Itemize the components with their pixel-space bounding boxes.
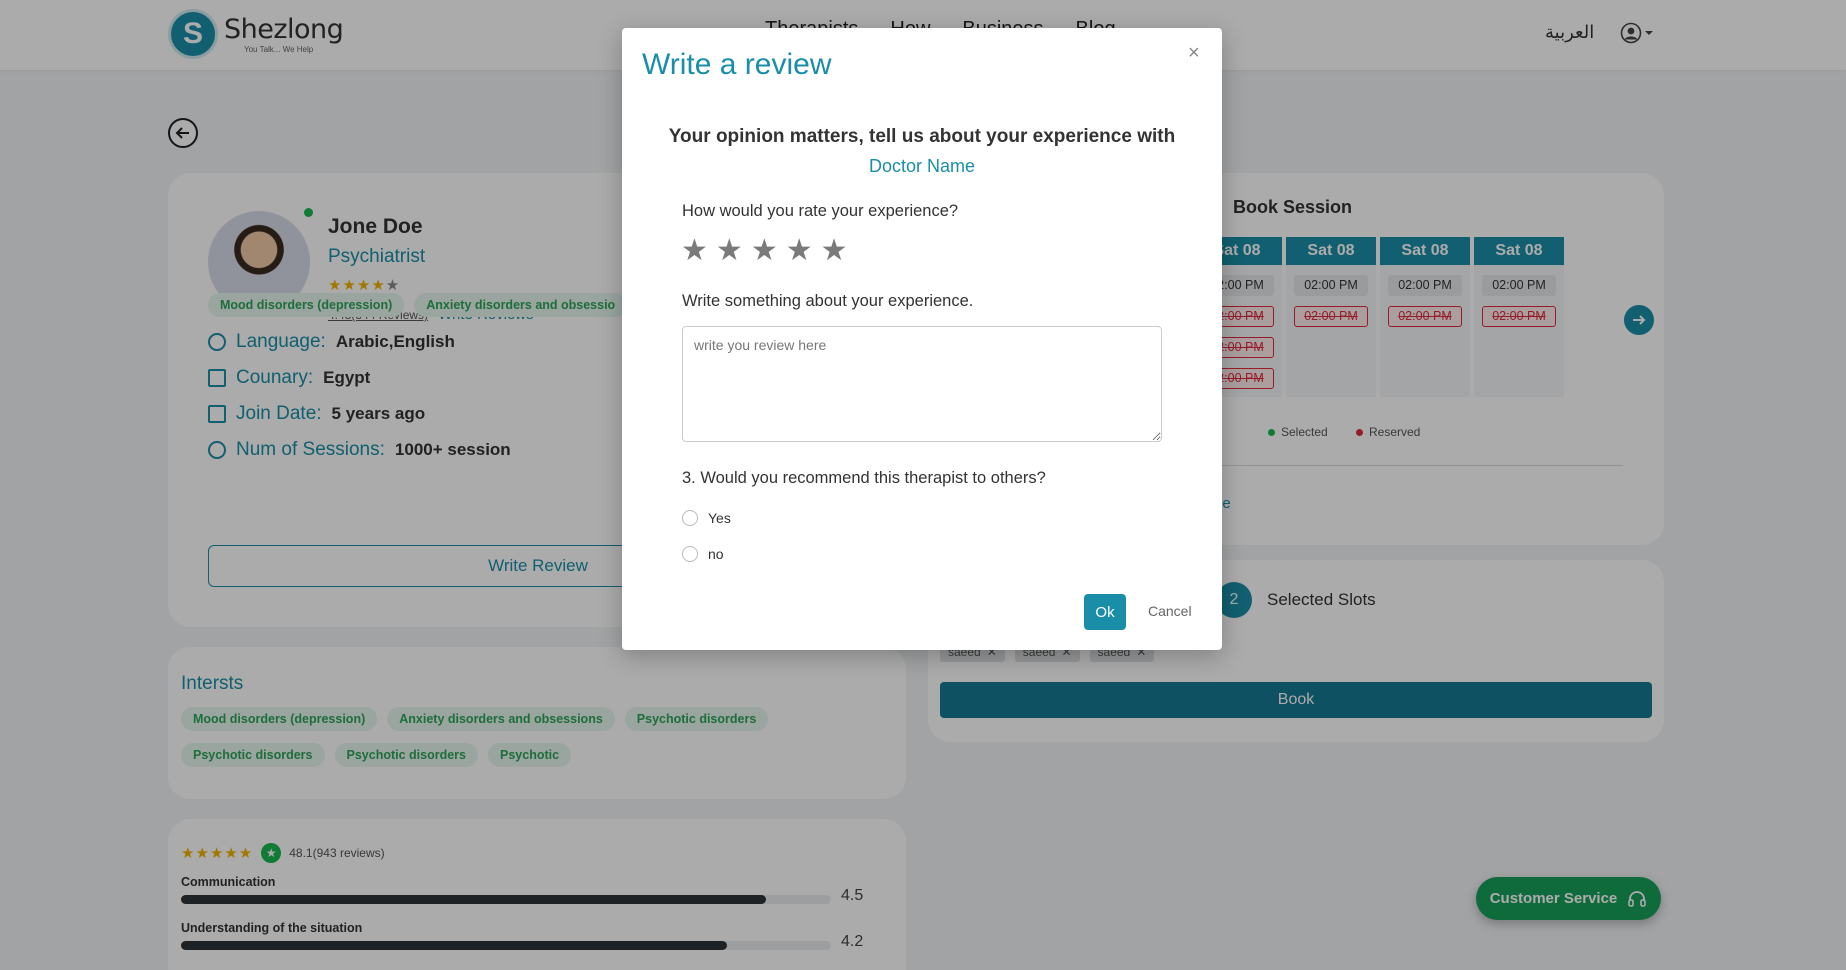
star-rating-input: ★ ★ ★ ★ ★ (681, 236, 848, 266)
cancel-button[interactable]: Cancel (1148, 603, 1192, 619)
radio-button[interactable] (682, 546, 698, 562)
recommend-question: 3. Would you recommend this therapist to… (682, 469, 1046, 487)
radio-label: Yes (708, 510, 731, 526)
radio-button[interactable] (682, 510, 698, 526)
close-icon[interactable]: × (1188, 42, 1200, 65)
radio-label: no (708, 546, 724, 562)
star-icon[interactable]: ★ (786, 236, 813, 266)
modal-title: Write a review (642, 48, 832, 81)
star-icon[interactable]: ★ (751, 236, 778, 266)
star-icon[interactable]: ★ (681, 236, 708, 266)
rate-question: How would you rate your experience? (682, 202, 959, 220)
radio-yes[interactable]: Yes (682, 510, 731, 526)
radio-no[interactable]: no (682, 546, 724, 562)
doctor-name: Doctor Name (868, 156, 976, 176)
star-icon[interactable]: ★ (821, 236, 848, 266)
review-textarea[interactable] (682, 326, 1162, 442)
write-question: Write something about your experience. (682, 292, 974, 310)
ok-button[interactable]: Ok (1084, 594, 1126, 630)
write-review-modal: Write a review × Your opinion matters, t… (622, 28, 1222, 650)
modal-heading: Your opinion matters, tell us about your… (668, 126, 1176, 147)
star-icon[interactable]: ★ (716, 236, 743, 266)
